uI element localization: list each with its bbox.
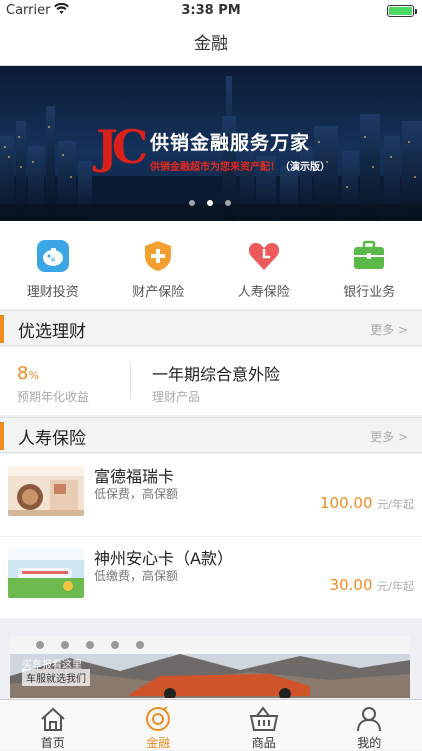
ad-text-secondary: 车服就选我们: [22, 669, 90, 686]
shield-plus-icon: [141, 239, 175, 273]
more-link-life-insurance[interactable]: 更多 >: [370, 428, 408, 445]
svg-text:¥: ¥: [51, 256, 56, 264]
tab-products[interactable]: 商品: [211, 700, 317, 750]
status-bar: Carrier 3:38 PM: [0, 0, 422, 22]
product-name: 一年期综合意外险: [152, 361, 280, 385]
battery-icon: [387, 5, 414, 17]
basket-icon: [249, 706, 279, 732]
insurance-item[interactable]: 富德福瑞卡 低保费，高保额 100.00 元/年起: [0, 454, 422, 536]
section-header-finance: 优选理财 更多 >: [0, 310, 422, 346]
banner-subline: 供销金融超市为您来资产配！（演示版）: [150, 158, 330, 173]
quick-item-life-insurance[interactable]: 人寿保险: [211, 221, 317, 309]
tab-label: 金融: [146, 736, 170, 750]
nav-bar: 金融: [0, 22, 422, 66]
insurance-name: 富德福瑞卡: [94, 463, 174, 487]
divider: [130, 363, 131, 399]
insurance-desc: 低保费，高保额: [94, 485, 178, 502]
tab-label: 首页: [41, 736, 65, 750]
insurance-desc: 低缴费，高保额: [94, 567, 178, 584]
banner-headline: 供销金融服务万家: [150, 128, 310, 155]
insurance-price: 30.00 元/年起: [330, 576, 414, 594]
banner-subline-text: 供销金融超市为您来资产配！: [150, 162, 280, 173]
section-header-life-insurance: 人寿保险 更多 >: [0, 417, 422, 453]
expected-rate: 8%: [17, 363, 39, 384]
car-ad-banner[interactable]: 买车报看这里 车服就选我们: [10, 636, 410, 698]
user-icon: [355, 706, 383, 732]
tab-bar: 首页 金融 商品 我的: [0, 699, 422, 750]
quick-item-label: 银行业务: [317, 281, 422, 300]
status-time: 3:38 PM: [0, 3, 422, 18]
tab-mine[interactable]: 我的: [317, 700, 422, 750]
tab-finance[interactable]: 金融: [106, 700, 212, 750]
expected-rate-label: 预期年化收益: [17, 388, 89, 405]
carousel-dots: [189, 200, 231, 206]
quick-item-label: 理财投资: [0, 281, 106, 300]
finance-product-card[interactable]: 8% 预期年化收益 一年期综合意外险 理财产品: [0, 347, 422, 415]
carousel-dot[interactable]: [189, 200, 195, 206]
quick-item-property-insurance[interactable]: 财产保险: [106, 221, 212, 309]
quick-item-investment[interactable]: ¥ 理财投资: [0, 221, 106, 309]
expected-rate-unit: %: [28, 369, 38, 382]
product-type: 理财产品: [152, 388, 200, 405]
price-unit: 元/年起: [377, 580, 414, 593]
insurance-price: 100.00 元/年起: [320, 494, 414, 512]
insurance-item[interactable]: 神州安心卡（A款） 低缴费，高保额 30.00 元/年起: [0, 536, 422, 618]
price-unit: 元/年起: [377, 498, 414, 511]
insurance-name: 神州安心卡（A款）: [94, 545, 233, 569]
page-title: 金融: [194, 34, 228, 54]
more-link-finance[interactable]: 更多 >: [370, 321, 408, 338]
tab-label: 我的: [357, 736, 381, 750]
price-value: 30.00: [330, 576, 373, 594]
insurance-card-image: [8, 466, 84, 516]
piggy-bank-icon: ¥: [36, 239, 70, 273]
tab-label: 商品: [252, 736, 276, 750]
section-accent-bar: [0, 422, 4, 450]
carousel-dot[interactable]: [225, 200, 231, 206]
briefcase-icon: [352, 239, 386, 273]
banner-carousel[interactable]: JC 供销金融服务万家 供销金融超市为您来资产配！（演示版）: [0, 66, 422, 221]
quick-item-banking[interactable]: 银行业务: [317, 221, 422, 309]
section-accent-bar: [0, 315, 4, 343]
home-icon: [39, 706, 67, 732]
quick-actions: ¥ 理财投资 财产保险 人寿保险 银行业务: [0, 221, 422, 309]
divider: [0, 536, 422, 537]
tab-home[interactable]: 首页: [0, 700, 106, 750]
quick-item-label: 财产保险: [106, 281, 212, 300]
quick-item-label: 人寿保险: [211, 281, 317, 300]
heart-clock-icon: [247, 239, 281, 273]
jc-logo: JC: [96, 122, 142, 172]
finance-icon: [144, 706, 172, 732]
price-value: 100.00: [320, 494, 373, 512]
carousel-dot-active[interactable]: [207, 200, 213, 206]
section-title: 优选理财: [18, 317, 86, 342]
insurance-card-image: [8, 548, 84, 598]
section-title: 人寿保险: [18, 424, 86, 449]
banner-demo-tag: （演示版）: [280, 162, 330, 173]
expected-rate-value: 8: [17, 363, 28, 384]
